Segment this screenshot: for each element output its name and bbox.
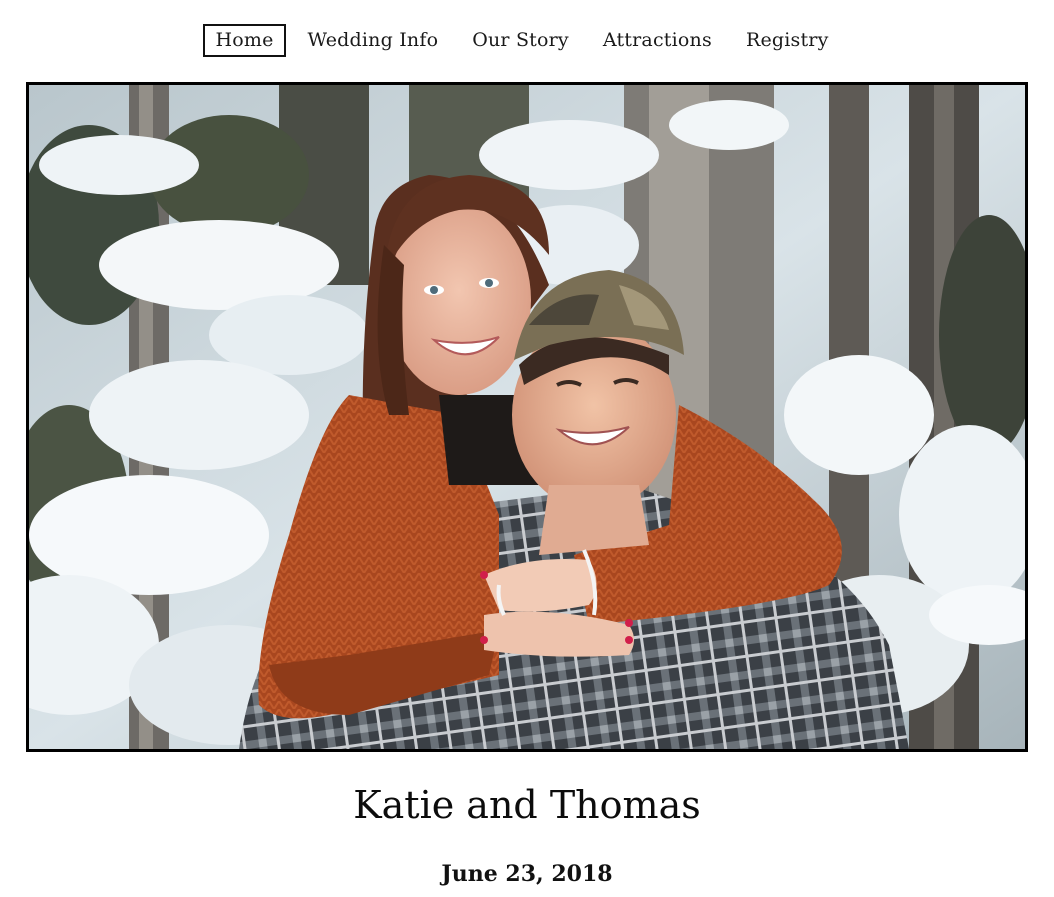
page: Home Wedding Info Our Story Attractions … bbox=[0, 0, 1054, 897]
couple-photo-image bbox=[29, 85, 1025, 749]
top-navigation: Home Wedding Info Our Story Attractions … bbox=[0, 23, 1054, 57]
couple-names-heading: Katie and Thomas bbox=[353, 783, 701, 827]
nav-list: Home Wedding Info Our Story Attractions … bbox=[198, 23, 845, 57]
nav-item-registry[interactable]: Registry bbox=[734, 24, 841, 57]
wedding-date: June 23, 2018 bbox=[441, 861, 613, 887]
nav-item-home[interactable]: Home bbox=[203, 23, 286, 57]
nav-item-attractions[interactable]: Attractions bbox=[591, 24, 724, 57]
nav-item-wedding-info[interactable]: Wedding Info bbox=[296, 24, 451, 57]
nav-item-our-story[interactable]: Our Story bbox=[460, 24, 581, 57]
hero-photo bbox=[26, 82, 1028, 752]
